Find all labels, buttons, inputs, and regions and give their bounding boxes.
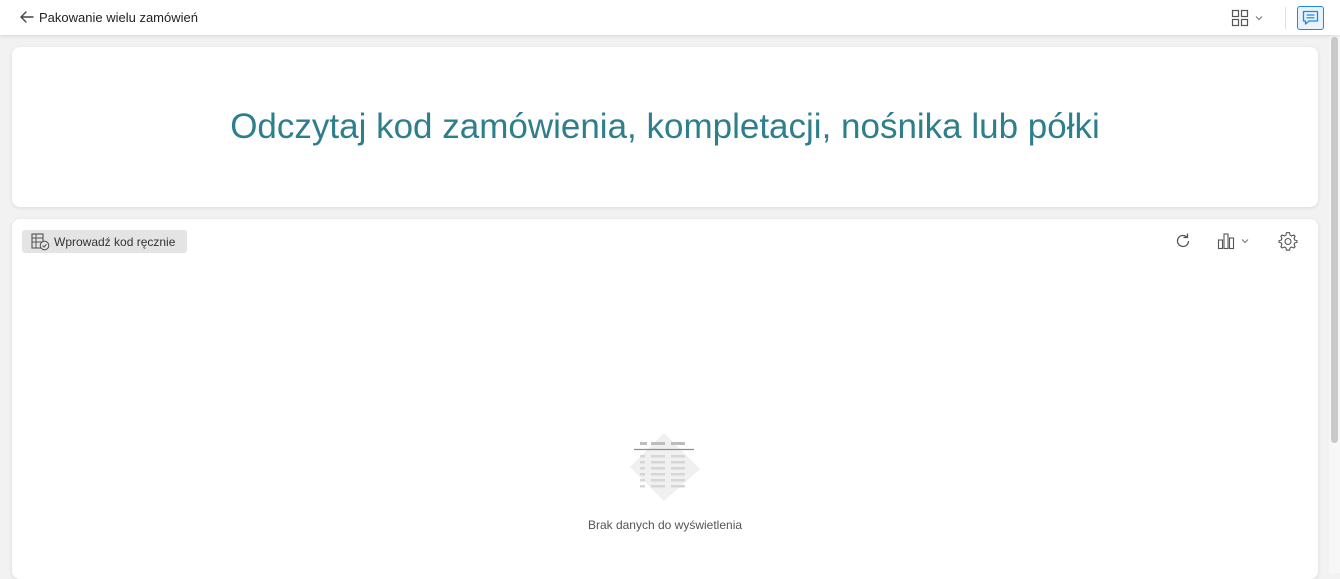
back-button[interactable] [18, 8, 36, 26]
chart-view-button[interactable] [1216, 231, 1252, 251]
settings-icon [1278, 231, 1298, 251]
empty-table-icon [624, 429, 706, 506]
grid-layout-icon [1231, 9, 1249, 27]
empty-state-message: Brak danych do wyświetlenia [587, 518, 743, 532]
bar-chart-icon [1217, 233, 1235, 250]
chevron-down-icon [1241, 239, 1249, 244]
scrollbar-thumb[interactable] [1331, 37, 1338, 443]
enter-code-manually-label: Wprowadź kod ręcznie [54, 235, 176, 249]
page-title: Pakowanie wielu zamówień [39, 10, 198, 25]
chat-icon [1302, 10, 1319, 25]
layout-switcher-button[interactable] [1230, 8, 1266, 28]
chat-button[interactable] [1297, 6, 1324, 30]
table-check-icon [31, 233, 50, 251]
chevron-down-icon [1255, 16, 1263, 21]
enter-code-manually-button[interactable]: Wprowadź kod ręcznie [22, 230, 187, 253]
toolbar-divider [1285, 7, 1286, 29]
scan-prompt-panel: Odczytaj kod zamówienia, kompletacji, no… [12, 47, 1318, 207]
scan-prompt-text: Odczytaj kod zamówienia, kompletacji, no… [230, 107, 1100, 146]
refresh-icon [1176, 233, 1190, 248]
settings-button[interactable] [1277, 230, 1299, 252]
orders-panel: Wprowadź kod ręcznie Brak danych do wyśw… [12, 219, 1318, 579]
top-bar: Pakowanie wielu zamówień [0, 0, 1340, 35]
refresh-button[interactable] [1173, 231, 1193, 251]
page-scrollbar[interactable] [1329, 35, 1340, 573]
arrow-left-icon [20, 11, 34, 23]
